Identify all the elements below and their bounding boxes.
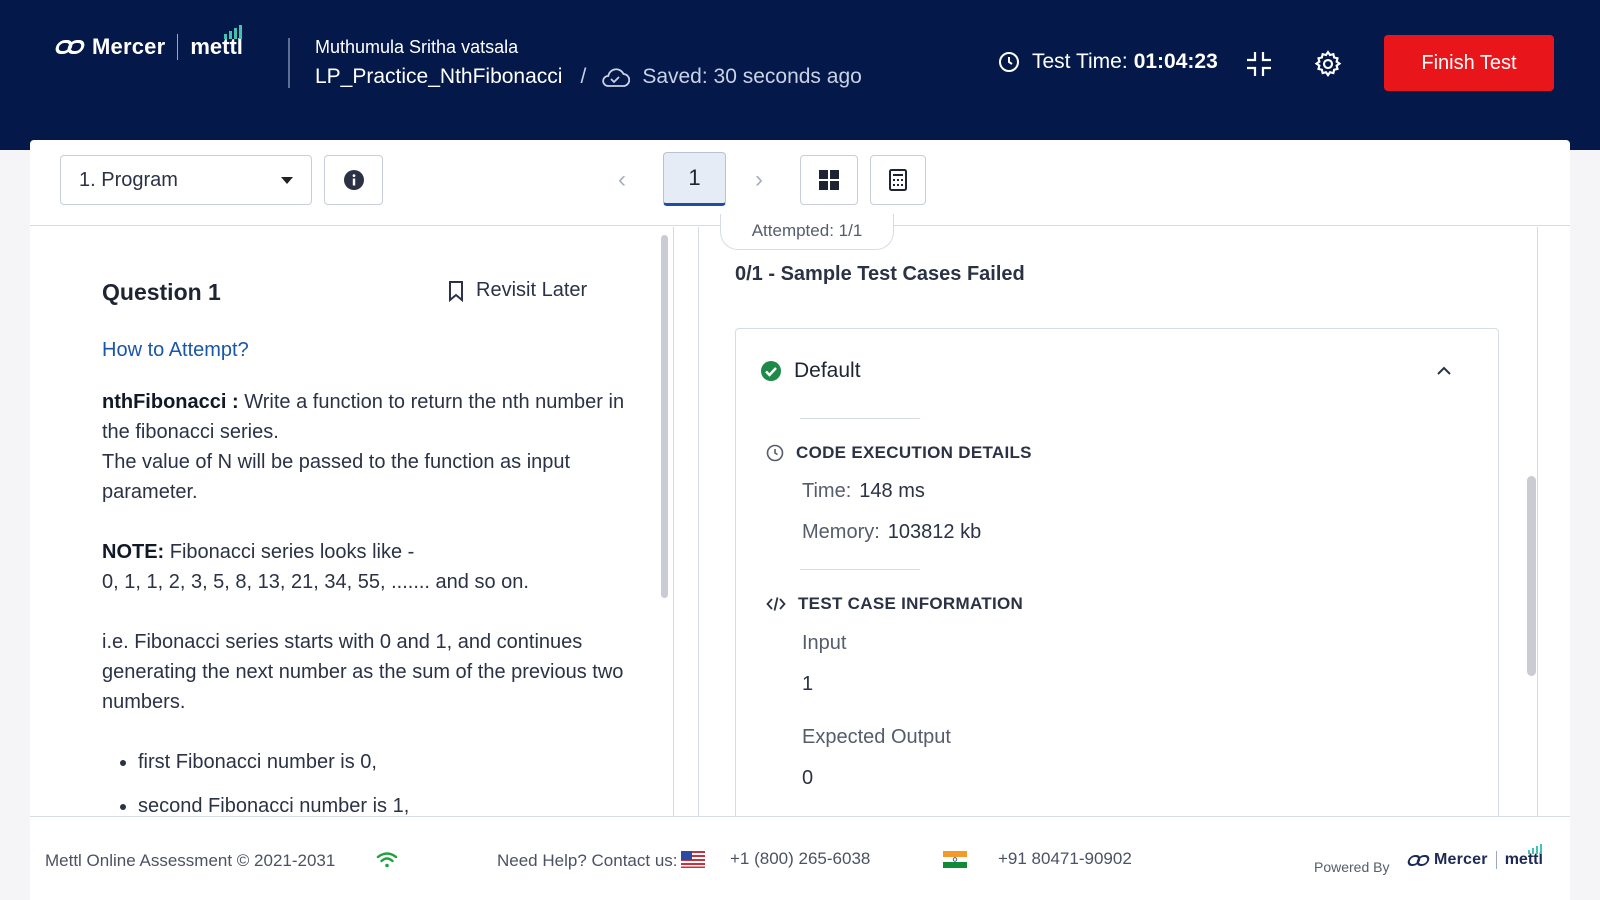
- caret-down-icon: [281, 177, 293, 184]
- code-icon: [766, 597, 786, 611]
- fibonacci-series: 0, 1, 1, 2, 3, 5, 8, 13, 21, 34, 55, ...…: [102, 571, 529, 593]
- question-grid-button[interactable]: [800, 155, 858, 205]
- test-name: LP_Practice_NthFibonacci: [315, 65, 563, 88]
- question-title: Question 1: [102, 279, 221, 305]
- test-case-card: Default CODE EXECUTION DETAILS Time: 148 …: [735, 328, 1499, 816]
- us-flag-icon: [681, 851, 705, 868]
- top-header: Mercer mettl Muthumula Sritha vatsala LP…: [0, 0, 1600, 150]
- separator: /: [580, 65, 587, 88]
- execution-time: Time: 148 ms: [802, 480, 925, 503]
- mettl-bars-icon: [223, 25, 242, 39]
- india-flag-icon: [943, 851, 967, 868]
- phone-us[interactable]: +1 (800) 265-6038: [730, 849, 870, 869]
- current-question-button[interactable]: 1: [663, 152, 726, 206]
- finish-test-button[interactable]: Finish Test: [1384, 35, 1554, 91]
- question-description: nthFibonacci : Write a function to retur…: [102, 387, 642, 507]
- footer-brand-name: Mercer: [1434, 851, 1488, 868]
- memory-label: Memory:: [802, 521, 880, 543]
- explanation: i.e. Fibonacci series starts with 0 and …: [102, 631, 624, 713]
- calculator-button[interactable]: [870, 155, 926, 205]
- timer-value: 01:04:23: [1133, 50, 1218, 73]
- chevron-up-icon[interactable]: [1436, 365, 1452, 375]
- brand-divider: [177, 34, 179, 60]
- section-divider: [800, 418, 920, 419]
- note-label: NOTE:: [102, 541, 165, 563]
- section-select[interactable]: 1. Program: [60, 155, 312, 205]
- input-description: The value of N will be passed to the fun…: [102, 451, 571, 503]
- memory-value: 103812 kb: [887, 521, 982, 543]
- input-value: 1: [802, 673, 814, 695]
- section-select-value: 1. Program: [79, 169, 178, 191]
- revisit-later-button[interactable]: Revisit Later: [448, 279, 587, 302]
- footer-logo: Mercer mettl: [1406, 844, 1543, 869]
- check-circle-icon: [761, 361, 781, 381]
- list-item: second Fibonacci number is 1,: [138, 791, 642, 816]
- bullet-list: first Fibonacci number is 0, second Fibo…: [138, 747, 642, 816]
- code-execution-heading: CODE EXECUTION DETAILS: [766, 443, 1032, 463]
- saved-status: Saved: 30 seconds ago: [642, 65, 862, 88]
- mettl-bars-icon: [1527, 844, 1542, 854]
- question-scrollbar[interactable]: [661, 235, 668, 598]
- phone-india[interactable]: +91 80471-90902: [998, 849, 1132, 869]
- mettl-logo: mettl: [1505, 844, 1543, 869]
- time-value: 148 ms: [859, 480, 925, 502]
- help-text: Need Help? Contact us:: [497, 851, 678, 870]
- pane-divider[interactable]: [673, 227, 674, 816]
- info-icon: [343, 170, 364, 190]
- test-case-name: Default: [794, 359, 861, 382]
- mercer-logo-icon: [1406, 853, 1431, 867]
- info-button[interactable]: [324, 155, 383, 205]
- collapse-fullscreen-icon[interactable]: [1245, 50, 1273, 78]
- question-body: nthFibonacci : Write a function to retur…: [102, 387, 642, 816]
- calculator-icon: [889, 169, 907, 191]
- note-text: Fibonacci series looks like -: [164, 541, 415, 563]
- time-label: Time:: [802, 480, 852, 502]
- results-scrollbar[interactable]: [1527, 476, 1536, 676]
- test-case-header[interactable]: Default: [760, 359, 861, 383]
- clock-icon: [999, 52, 1019, 72]
- section-divider: [800, 569, 920, 570]
- grid-icon: [819, 170, 839, 190]
- expected-output-label: Expected Output: [802, 726, 951, 748]
- brand-name: Mercer: [92, 34, 166, 59]
- test-case-info-heading-text: TEST CASE INFORMATION: [798, 594, 1024, 613]
- candidate-name: Muthumula Sritha vatsala: [315, 37, 519, 57]
- result-summary: 0/1 - Sample Test Cases Failed: [735, 263, 1025, 285]
- test-case-info-heading: TEST CASE INFORMATION: [766, 594, 1023, 614]
- revisit-later-label: Revisit Later: [476, 279, 588, 301]
- test-info: LP_Practice_NthFibonacci / Saved: 30 sec…: [315, 65, 862, 89]
- clock-icon: [766, 444, 784, 462]
- question-pane: Question 1 Revisit Later How to Attempt?…: [30, 227, 673, 816]
- note-paragraph: NOTE: Fibonacci series looks like - 0, 1…: [102, 537, 642, 597]
- header-divider: [288, 38, 290, 88]
- function-name: nthFibonacci :: [102, 391, 239, 413]
- gear-icon[interactable]: [1313, 49, 1343, 79]
- prev-question-button[interactable]: ‹: [618, 166, 626, 194]
- brand-divider: [1495, 851, 1497, 869]
- how-to-attempt-link[interactable]: How to Attempt?: [102, 339, 249, 362]
- next-question-button[interactable]: ›: [755, 166, 763, 194]
- wifi-icon: [376, 852, 398, 868]
- timer-label: Test Time:: [1032, 50, 1128, 73]
- input-label: Input: [802, 632, 847, 654]
- test-timer: Test Time: 01:04:23: [998, 50, 1218, 74]
- attempted-counter: Attempted: 1/1: [720, 214, 894, 250]
- results-pane: 0/1 - Sample Test Cases Failed Default C…: [698, 227, 1538, 816]
- mercer-logo-icon: [53, 38, 87, 56]
- expected-output-value: 0: [802, 767, 814, 789]
- powered-by: Powered By: [1314, 859, 1390, 875]
- mercer-mettl-logo: Mercer mettl: [53, 25, 243, 60]
- footer: Mettl Online Assessment © 2021-2031 Need…: [30, 816, 1570, 900]
- mettl-logo: mettl: [190, 25, 243, 60]
- bookmark-icon: [449, 280, 463, 302]
- cloud-saved-icon: [602, 68, 631, 87]
- execution-memory: Memory: 103812 kb: [802, 521, 981, 544]
- copyright: Mettl Online Assessment © 2021-2031: [45, 851, 336, 870]
- list-item: first Fibonacci number is 0,: [138, 747, 642, 777]
- main-card: 1. Program ‹ 1 › Attempted: 1/1 Question…: [30, 140, 1570, 816]
- code-execution-heading-text: CODE EXECUTION DETAILS: [796, 443, 1032, 462]
